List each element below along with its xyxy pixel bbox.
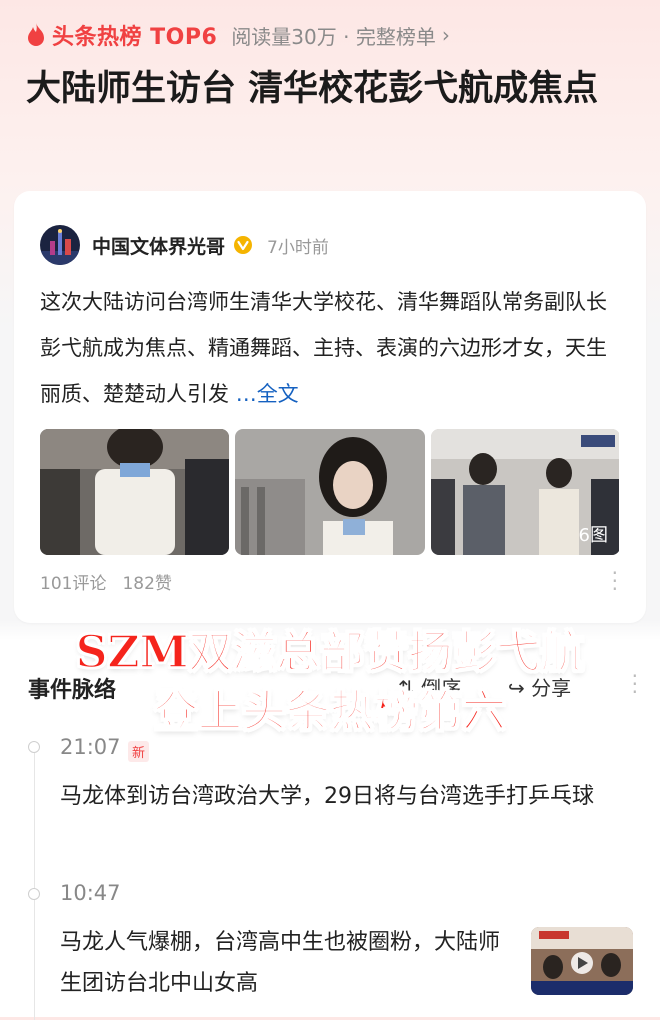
event-item-text[interactable]: 马龙体到访台湾政治大学，29日将与台湾选手打乒乓球 <box>60 776 620 817</box>
avatar[interactable] <box>40 225 80 265</box>
flame-icon <box>28 23 44 46</box>
page-title: 大陆师生访台 清华校花彭弋航成焦点 <box>26 69 599 109</box>
author-row[interactable]: 中国文体界光哥 7小时前 <box>40 225 329 265</box>
event-timeline: 事件脉络 ⇅ 倒序 ↪ 分享 · · · 21:07 新 马龙体到访台湾政治大学，2… <box>0 640 660 1020</box>
event-item-text[interactable]: 马龙人气爆棚，台湾高中生也被圈粉，大陆师生团访台北中山女高 <box>60 922 500 1004</box>
read-more-link[interactable]: …全文 <box>236 382 299 406</box>
hot-rank-bar[interactable]: 头条热榜 TOP6 阅读量30万 · 完整榜单 › <box>26 18 450 52</box>
more-options-icon[interactable]: · · · <box>612 563 618 599</box>
excerpt-text: 这次大陆访问台湾师生清华大学校花、清华舞蹈队常务副队长彭弋航成为焦点、精通舞蹈、… <box>40 290 607 406</box>
post-stats: 101评论 182赞 <box>40 569 172 594</box>
event-time: 21:07 <box>60 735 121 759</box>
timeline-title: 事件脉络 <box>28 678 117 703</box>
chevron-right-icon[interactable]: › <box>442 23 450 47</box>
timeline-dot <box>28 741 40 753</box>
rank-meta[interactable]: 阅读量30万 · 完整榜单 <box>231 21 436 50</box>
sort-icon: ⇅ <box>398 676 415 700</box>
rank-label: 头条热榜 TOP6 <box>52 25 218 50</box>
more-options-icon[interactable]: · · · <box>632 666 638 702</box>
image-grid: 6图 <box>40 429 620 555</box>
image-count-label: 6图 <box>578 525 608 546</box>
share-button[interactable]: ↪ 分享 <box>508 672 571 701</box>
share-label: 分享 <box>531 676 572 700</box>
post-card[interactable]: 中国文体界光哥 7小时前 这次大陆访问台湾师生清华大学校花、清华舞蹈队常务副队长… <box>14 191 646 623</box>
timeline-header: 事件脉络 ⇅ 倒序 ↪ 分享 · · · <box>28 666 638 706</box>
photo-thumbnail[interactable] <box>235 429 425 555</box>
author-name[interactable]: 中国文体界光哥 <box>92 232 225 259</box>
sort-label: 倒序 <box>421 676 462 700</box>
photo-thumbnail[interactable] <box>40 429 230 555</box>
share-icon: ↪ <box>508 676 525 700</box>
new-badge: 新 <box>128 741 150 762</box>
verified-badge-icon <box>234 236 253 254</box>
sort-button[interactable]: ⇅ 倒序 <box>398 672 461 701</box>
comment-count[interactable]: 101评论 <box>40 569 106 594</box>
timeline-dot <box>28 888 40 900</box>
photo-thumbnail[interactable]: 6图 <box>430 429 620 555</box>
like-count[interactable]: 182赞 <box>122 569 171 594</box>
post-time: 7小时前 <box>267 237 329 258</box>
event-time: 10:47 <box>60 881 121 905</box>
timeline-line <box>34 750 35 1020</box>
post-excerpt[interactable]: 这次大陆访问台湾师生清华大学校花、清华舞蹈队常务副队长彭弋航成为焦点、精通舞蹈、… <box>40 279 620 417</box>
video-thumbnail[interactable] <box>531 927 633 995</box>
